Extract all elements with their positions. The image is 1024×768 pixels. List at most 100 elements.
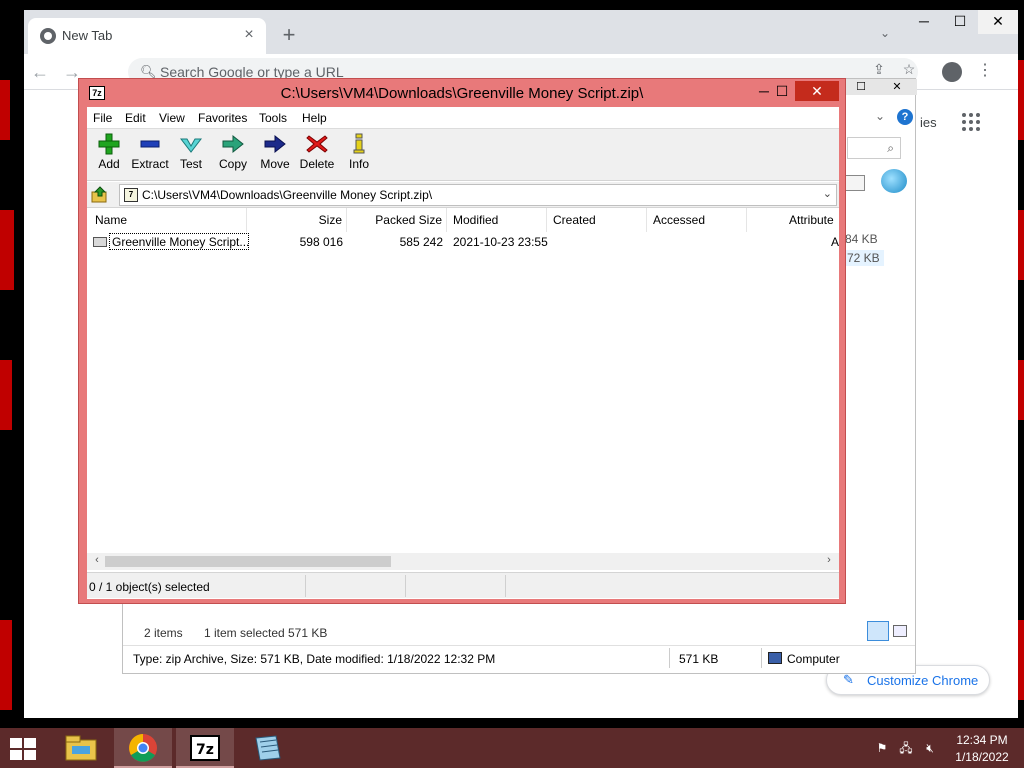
file-attribute: A xyxy=(831,235,839,249)
extract-label: Extract xyxy=(131,157,169,171)
copy-button[interactable]: Copy xyxy=(211,133,255,177)
large-icons-view-icon[interactable] xyxy=(893,625,907,637)
preview-pane-icon[interactable] xyxy=(845,175,865,191)
selected-count: 1 item selected xyxy=(204,626,285,640)
extract-button[interactable]: Extract xyxy=(128,133,172,177)
notepad-taskbar-icon[interactable] xyxy=(238,728,296,768)
chrome-taskbar-icon[interactable] xyxy=(114,728,172,768)
sevenzip-taskbar-icon[interactable]: 7z xyxy=(176,728,234,768)
maximize-button[interactable]: ☐ xyxy=(765,81,799,101)
column-header-size[interactable]: Size xyxy=(247,208,347,232)
google-apps-icon[interactable] xyxy=(962,113,982,133)
svg-text:7z: 7z xyxy=(196,742,214,758)
copy-label: Copy xyxy=(218,157,247,171)
clock-time[interactable]: 12:34 PM xyxy=(950,733,1014,747)
back-arrow-icon[interactable]: ← xyxy=(30,62,50,82)
add-plus-icon xyxy=(97,133,121,155)
info-i-icon xyxy=(347,133,371,155)
share-icon[interactable]: ⇪ xyxy=(870,60,888,78)
info-label: Info xyxy=(348,157,369,171)
column-header-attribute[interactable]: Attribute xyxy=(747,208,839,232)
volume-muted-icon[interactable]: 🔇︎ xyxy=(922,740,938,756)
menu-favorites[interactable]: Favorites xyxy=(198,111,247,125)
test-button[interactable]: Test xyxy=(169,133,213,177)
scroll-right-icon[interactable]: › xyxy=(821,554,837,566)
profile-avatar-icon[interactable] xyxy=(942,62,962,82)
column-header-modified[interactable]: Modified xyxy=(447,208,547,232)
scrollbar-thumb[interactable] xyxy=(105,556,391,567)
delete-label: Delete xyxy=(299,157,335,171)
windows-start-icon[interactable] xyxy=(10,738,38,760)
sevenzip-window: C:\Users\VM4\Downloads\Greenville Money … xyxy=(78,78,846,604)
chrome-menu-icon[interactable]: ⋮ xyxy=(976,60,994,82)
archive-icon: 7 xyxy=(124,188,138,202)
chrome-close-button[interactable]: ✕ xyxy=(978,10,1018,34)
move-arrow-icon xyxy=(263,133,287,155)
chevron-down-icon[interactable]: ⌄ xyxy=(823,187,832,200)
partial-link-text[interactable]: ies xyxy=(920,115,937,130)
column-header-created[interactable]: Created xyxy=(547,208,647,232)
tab-new-tab[interactable]: New Tab × xyxy=(28,18,266,54)
sevenzip-titlebar[interactable]: C:\Users\VM4\Downloads\Greenville Money … xyxy=(79,79,845,107)
explorer-status-bar: 2 items 1 item selected 571 KB xyxy=(123,619,915,645)
close-button[interactable]: ✕ xyxy=(795,81,839,101)
window-title: C:\Users\VM4\Downloads\Greenville Money … xyxy=(280,85,644,102)
column-header-name[interactable]: Name xyxy=(87,208,247,232)
details-type-line: Type: zip Archive, Size: 571 KB, Date mo… xyxy=(133,652,496,666)
desktop-background-artifact xyxy=(0,210,14,290)
customize-chrome-label: Customize Chrome xyxy=(867,673,979,688)
chrome-maximize-button[interactable]: ☐ xyxy=(942,10,978,34)
sevenzip-app-icon[interactable]: 7z xyxy=(89,86,105,100)
help-icon[interactable]: ? xyxy=(897,109,913,125)
scroll-left-icon[interactable]: ‹ xyxy=(89,554,105,566)
add-label: Add xyxy=(98,157,120,171)
explorer-search-input[interactable]: ⌕ xyxy=(847,137,901,159)
explorer-close-button[interactable]: ✕ xyxy=(879,79,915,95)
search-icon: ⌕ xyxy=(887,141,894,155)
move-button[interactable]: Move xyxy=(253,133,297,177)
new-tab-button[interactable]: + xyxy=(278,24,300,46)
address-bar: 7 C:\Users\VM4\Downloads\Greenville Mone… xyxy=(87,182,839,208)
details-view-icon[interactable] xyxy=(867,621,889,641)
bookmark-star-icon[interactable]: ☆ xyxy=(900,60,918,78)
details-location: Computer xyxy=(787,652,840,666)
chrome-minimize-button[interactable]: ─ xyxy=(906,10,942,34)
path-text: C:\Users\VM4\Downloads\Greenville Money … xyxy=(142,188,433,202)
column-header-packed-size[interactable]: Packed Size xyxy=(347,208,447,232)
file-explorer-taskbar-icon[interactable] xyxy=(52,728,110,768)
network-icon[interactable]: 🖧︎ xyxy=(898,740,914,756)
selection-status: 0 / 1 object(s) selected xyxy=(89,580,210,594)
file-size: 598 016 xyxy=(299,235,343,249)
menu-help[interactable]: Help xyxy=(302,111,327,125)
test-check-icon xyxy=(179,133,203,155)
file-size-cell: 72 KB xyxy=(843,250,884,266)
shell-icon[interactable] xyxy=(881,169,907,193)
info-button[interactable]: Info xyxy=(337,133,381,177)
file-size-cell: 84 KB xyxy=(845,232,878,246)
menu-tools[interactable]: Tools xyxy=(259,111,287,125)
column-header-accessed[interactable]: Accessed xyxy=(647,208,747,232)
horizontal-scrollbar[interactable]: ‹ › xyxy=(87,553,839,570)
folder-up-icon[interactable] xyxy=(91,186,109,204)
table-row[interactable]: Greenville Money Script... 598 016 585 2… xyxy=(87,232,839,252)
add-button[interactable]: Add xyxy=(87,133,131,177)
status-bar: 0 / 1 object(s) selected xyxy=(87,572,839,598)
delete-button[interactable]: Delete xyxy=(295,133,339,177)
path-input[interactable]: 7 C:\Users\VM4\Downloads\Greenville Mone… xyxy=(119,184,837,206)
tab-close-icon[interactable]: × xyxy=(240,26,258,44)
taskbar: 7z ⚑ 🖧︎ 🔇︎ 12:34 PM 1/18/2022 xyxy=(0,728,1024,768)
action-center-flag-icon[interactable]: ⚑ xyxy=(874,740,890,756)
menu-edit[interactable]: Edit xyxy=(125,111,146,125)
divider xyxy=(305,575,306,597)
file-icon xyxy=(93,237,107,247)
file-packed-size: 585 242 xyxy=(399,235,443,249)
ribbon-expand-chevron-icon[interactable]: ⌄ xyxy=(875,109,885,123)
explorer-maximize-button[interactable]: ☐ xyxy=(845,79,877,95)
menu-bar: File Edit View Favorites Tools Help xyxy=(87,107,839,129)
clock-date[interactable]: 1/18/2022 xyxy=(950,750,1014,764)
delete-x-icon xyxy=(305,133,329,155)
menu-file[interactable]: File xyxy=(93,111,112,125)
file-list[interactable]: Name Size Packed Size Modified Created A… xyxy=(87,208,839,553)
menu-view[interactable]: View xyxy=(159,111,185,125)
tab-search-chevron-icon[interactable]: ⌄ xyxy=(876,26,894,44)
